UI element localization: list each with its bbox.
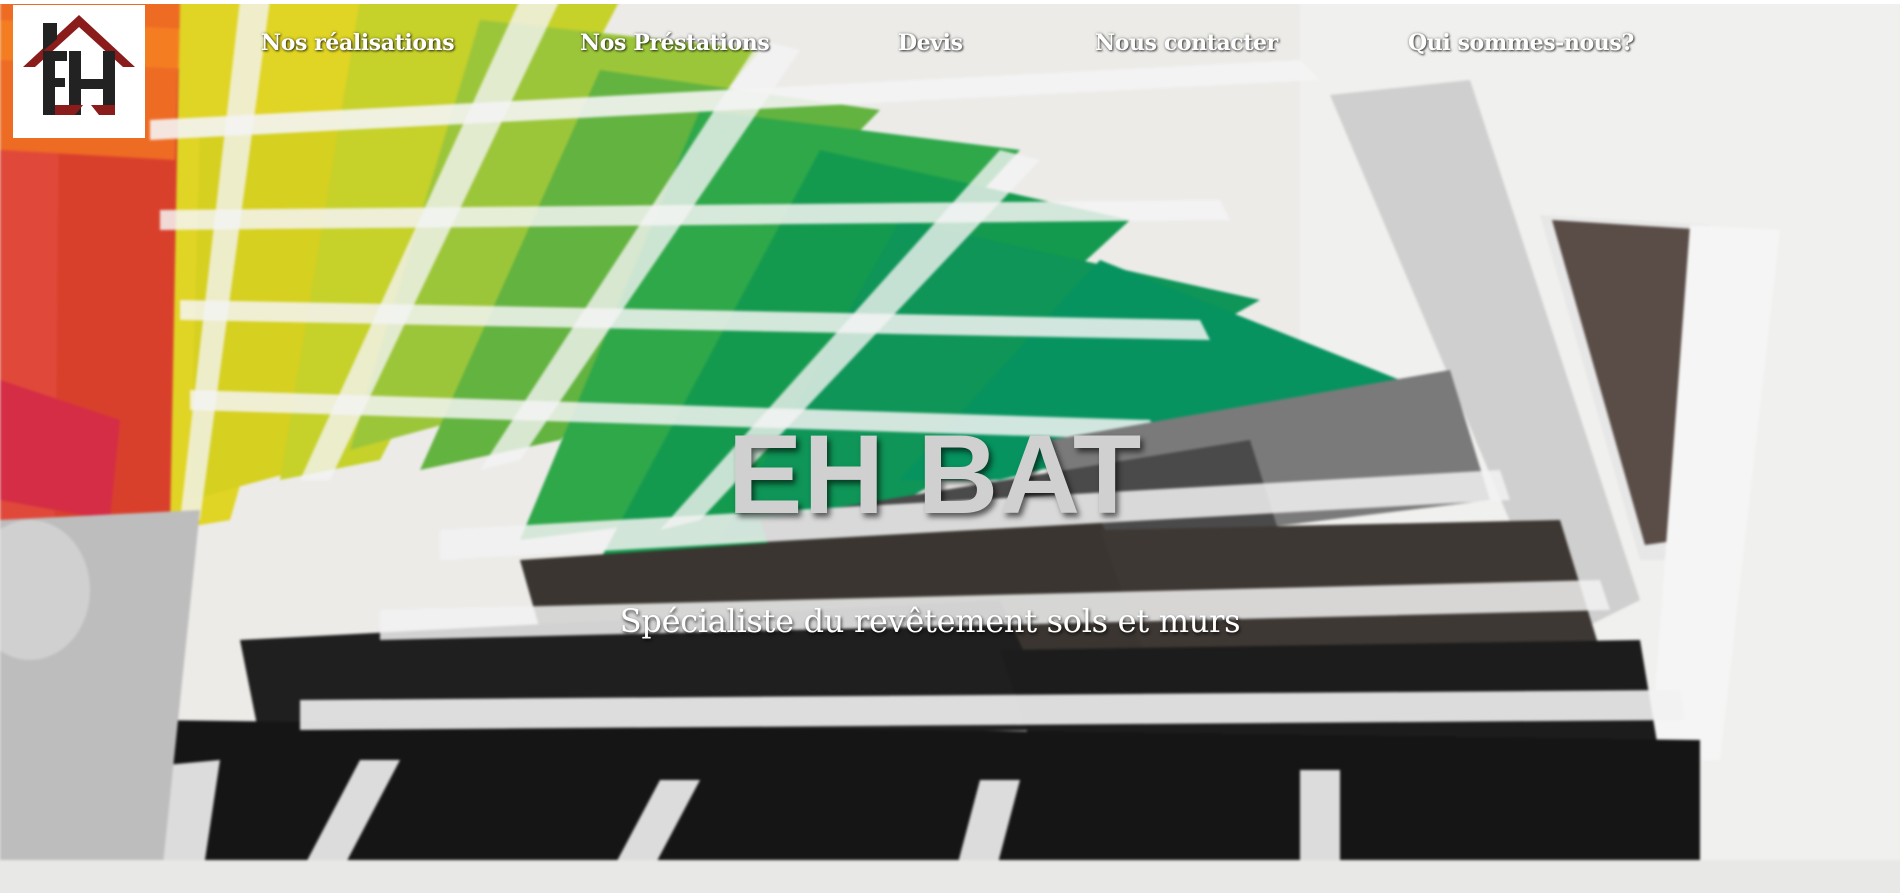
top-edge — [0, 0, 1900, 4]
nav-item-contact[interactable]: Nous contacter — [1095, 30, 1278, 56]
house-logo-icon — [23, 15, 135, 115]
hero-title: EH BAT — [727, 412, 1143, 537]
nav-item-prestations[interactable]: Nos Préstations — [580, 30, 770, 56]
nav-item-devis[interactable]: Devis — [898, 30, 963, 56]
hero-subtitle: Spécialiste du revêtement sols et murs — [619, 602, 1241, 640]
site-logo[interactable] — [13, 5, 145, 138]
main-nav: Nos réalisations Nos Préstations Devis N… — [0, 30, 1900, 66]
nav-item-about[interactable]: Qui sommes-nous? — [1408, 30, 1634, 56]
nav-item-realisations[interactable]: Nos réalisations — [261, 30, 455, 56]
hero-section: Nos réalisations Nos Préstations Devis N… — [0, 0, 1900, 893]
